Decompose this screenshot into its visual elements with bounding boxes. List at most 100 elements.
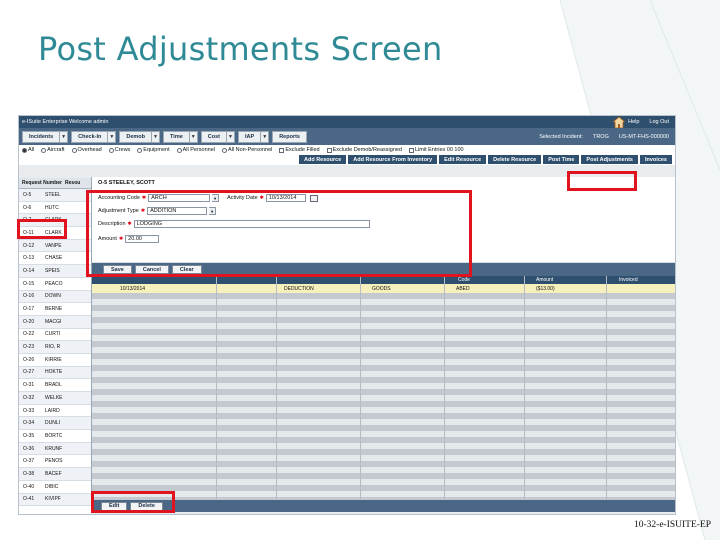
table-row[interactable]: O-33 LAIRD xyxy=(19,405,91,418)
table-row[interactable]: O-13 CHASE xyxy=(19,252,91,266)
menu-check-in[interactable]: Check-In ▼ xyxy=(71,130,117,143)
filter-overhead[interactable]: Overhead xyxy=(71,147,102,153)
chevron-down-icon[interactable]: ▼ xyxy=(260,131,268,142)
request-number: O-5 xyxy=(23,191,32,198)
delete-button[interactable]: Delete xyxy=(130,501,163,511)
table-row[interactable]: O-5 STEEL xyxy=(19,189,91,202)
tab-delete-resource[interactable]: Delete Resource xyxy=(488,155,542,164)
calendar-icon[interactable] xyxy=(309,194,318,202)
table-row[interactable]: O-7 CLARK xyxy=(19,214,91,228)
filter-exclude-demob-reassigned[interactable]: Exclude Demob/Reassigned xyxy=(326,147,402,153)
filter-crews[interactable]: Crews xyxy=(108,147,130,153)
tab-add-resource[interactable]: Add Resource xyxy=(298,155,347,164)
tab-edit-resource[interactable]: Edit Resource xyxy=(439,155,487,164)
form-button-bar: Save Cancel Clear xyxy=(92,263,675,276)
table-row[interactable]: O-32 WELKE xyxy=(19,392,91,405)
filter-label: All Personnel xyxy=(182,147,216,153)
adjustment-type-select[interactable]: ADDITION xyxy=(147,207,208,215)
table-row[interactable]: 10/13/2014 DEDUCTION GOODS ABED ($13.00) xyxy=(92,284,675,293)
table-row[interactable]: O-15 PEACO xyxy=(19,278,91,291)
column-divider xyxy=(606,276,607,512)
column-header-request-number[interactable]: Request Number xyxy=(19,180,62,186)
checkbox-icon[interactable] xyxy=(409,147,414,153)
filter-exclude-filled[interactable]: Exclude Filled xyxy=(279,147,320,153)
column-header-code[interactable]: Code xyxy=(458,276,470,284)
filter-all-non-personnel[interactable]: All Non-Personnel xyxy=(222,147,272,153)
selected-incident-number: US-MT-FHS-000000 xyxy=(618,133,669,140)
radio-icon[interactable] xyxy=(41,147,47,153)
resource-name: VANPE xyxy=(45,242,62,249)
table-row[interactable]: O-35 BORTC xyxy=(19,430,91,443)
tab-post-time[interactable]: Post Time xyxy=(543,155,580,164)
checkbox-icon[interactable] xyxy=(279,147,285,153)
chevron-down-icon[interactable]: ▼ xyxy=(226,131,234,142)
table-row[interactable]: O-12 VANPE xyxy=(19,239,91,253)
accounting-code-select[interactable]: ARCH xyxy=(148,194,211,202)
menu-demob[interactable]: Demob ▼ xyxy=(119,130,161,143)
table-row[interactable]: O-11 CLARK xyxy=(19,227,91,240)
menu-reports[interactable]: Reports xyxy=(272,130,307,143)
filter-all[interactable]: All xyxy=(22,147,34,153)
radio-icon[interactable] xyxy=(71,147,77,153)
table-row[interactable]: O-23 RIO, R xyxy=(19,341,91,354)
chevron-down-icon[interactable]: ▼ xyxy=(212,194,220,202)
tab-post-adjustments[interactable]: Post Adjustments xyxy=(581,155,638,164)
table-row[interactable]: O-22 CURTI xyxy=(19,329,91,342)
chevron-down-icon[interactable]: ▼ xyxy=(209,207,217,215)
accounting-code-row: Accounting Code ✱ ARCH ▼ Activity Date ✱… xyxy=(98,194,318,202)
menu-cost[interactable]: Cost ▼ xyxy=(200,130,236,143)
chevron-down-icon[interactable]: ▼ xyxy=(151,131,159,142)
chevron-down-icon[interactable]: ▼ xyxy=(59,131,67,142)
amount-field[interactable]: 20.00 xyxy=(125,235,160,243)
table-row[interactable]: O-16 DOWN xyxy=(19,290,91,304)
request-number: O-7 xyxy=(23,217,32,224)
tab-add-resource-from-inventory[interactable]: Add Resource From Inventory xyxy=(348,155,438,164)
table-row[interactable]: O-26 KIRRIE xyxy=(19,354,91,367)
resource-name: DOWN xyxy=(45,293,61,300)
edit-button[interactable]: Edit xyxy=(101,501,128,511)
radio-icon[interactable] xyxy=(222,147,228,153)
radio-icon[interactable] xyxy=(22,147,27,153)
table-row[interactable]: O-17 BERNE xyxy=(19,303,91,316)
help-link[interactable]: Help xyxy=(628,119,639,125)
cancel-button[interactable]: Cancel xyxy=(134,265,169,274)
table-row[interactable]: O-36 KRUNF xyxy=(19,442,91,456)
table-row[interactable]: O-31 BRADL xyxy=(19,379,91,392)
clear-button[interactable]: Clear xyxy=(171,265,202,274)
menu-iap[interactable]: IAP ▼ xyxy=(238,130,270,143)
chevron-down-icon[interactable]: ▼ xyxy=(188,131,197,142)
radio-icon[interactable] xyxy=(176,147,182,153)
table-row[interactable]: O-38 BACEF xyxy=(19,468,91,481)
table-row[interactable]: O-41 KIVIPF xyxy=(19,493,91,507)
column-header-invoiced[interactable]: Invoiced xyxy=(619,276,638,284)
menu-label: Reports xyxy=(279,133,300,140)
filter-equipment[interactable]: Equipment xyxy=(137,147,170,153)
filter-limit-entries-00-100[interactable]: Limit Entries 00 100 xyxy=(409,147,464,153)
table-row[interactable]: O-27 HOKTE xyxy=(19,366,91,380)
menu-time[interactable]: Time ▼ xyxy=(163,130,198,143)
table-row[interactable]: O-40 DIBIC xyxy=(19,481,91,494)
table-row[interactable]: O-37 PENOS xyxy=(19,455,91,469)
filter-aircraft[interactable]: Aircraft xyxy=(41,147,65,153)
tab-invoices[interactable]: Invoices xyxy=(639,155,672,164)
app-title: e-ISuite Enterprise Welcome admin xyxy=(22,119,109,125)
description-field[interactable]: LODGING xyxy=(133,220,370,228)
slide: Post Adjustments Screen e-ISuite Enterpr… xyxy=(0,0,720,540)
radio-icon[interactable] xyxy=(108,147,114,153)
column-header-amount[interactable]: Amount xyxy=(536,276,553,284)
checkbox-icon[interactable] xyxy=(326,147,332,153)
table-row[interactable]: O-34 DUNLI xyxy=(19,417,91,431)
save-button[interactable]: Save xyxy=(103,265,132,274)
logout-link[interactable]: Log Out xyxy=(649,119,669,125)
table-row[interactable]: O-6 HUTC xyxy=(19,202,91,215)
chevron-down-icon[interactable]: ▼ xyxy=(107,131,115,142)
radio-icon[interactable] xyxy=(137,147,143,153)
empty-table-rows xyxy=(92,293,675,512)
filter-all-personnel[interactable]: All Personnel xyxy=(176,147,216,153)
activity-date-field[interactable]: 10/13/2014 xyxy=(265,194,306,202)
menu-incidents[interactable]: Incidents ▼ xyxy=(22,130,69,143)
table-row[interactable]: O-20 MACGI xyxy=(19,315,91,329)
column-header-resource[interactable]: Resou xyxy=(62,180,80,186)
resource-name: BACEF xyxy=(45,470,62,477)
table-row[interactable]: O-14 SPEIS xyxy=(19,265,91,278)
